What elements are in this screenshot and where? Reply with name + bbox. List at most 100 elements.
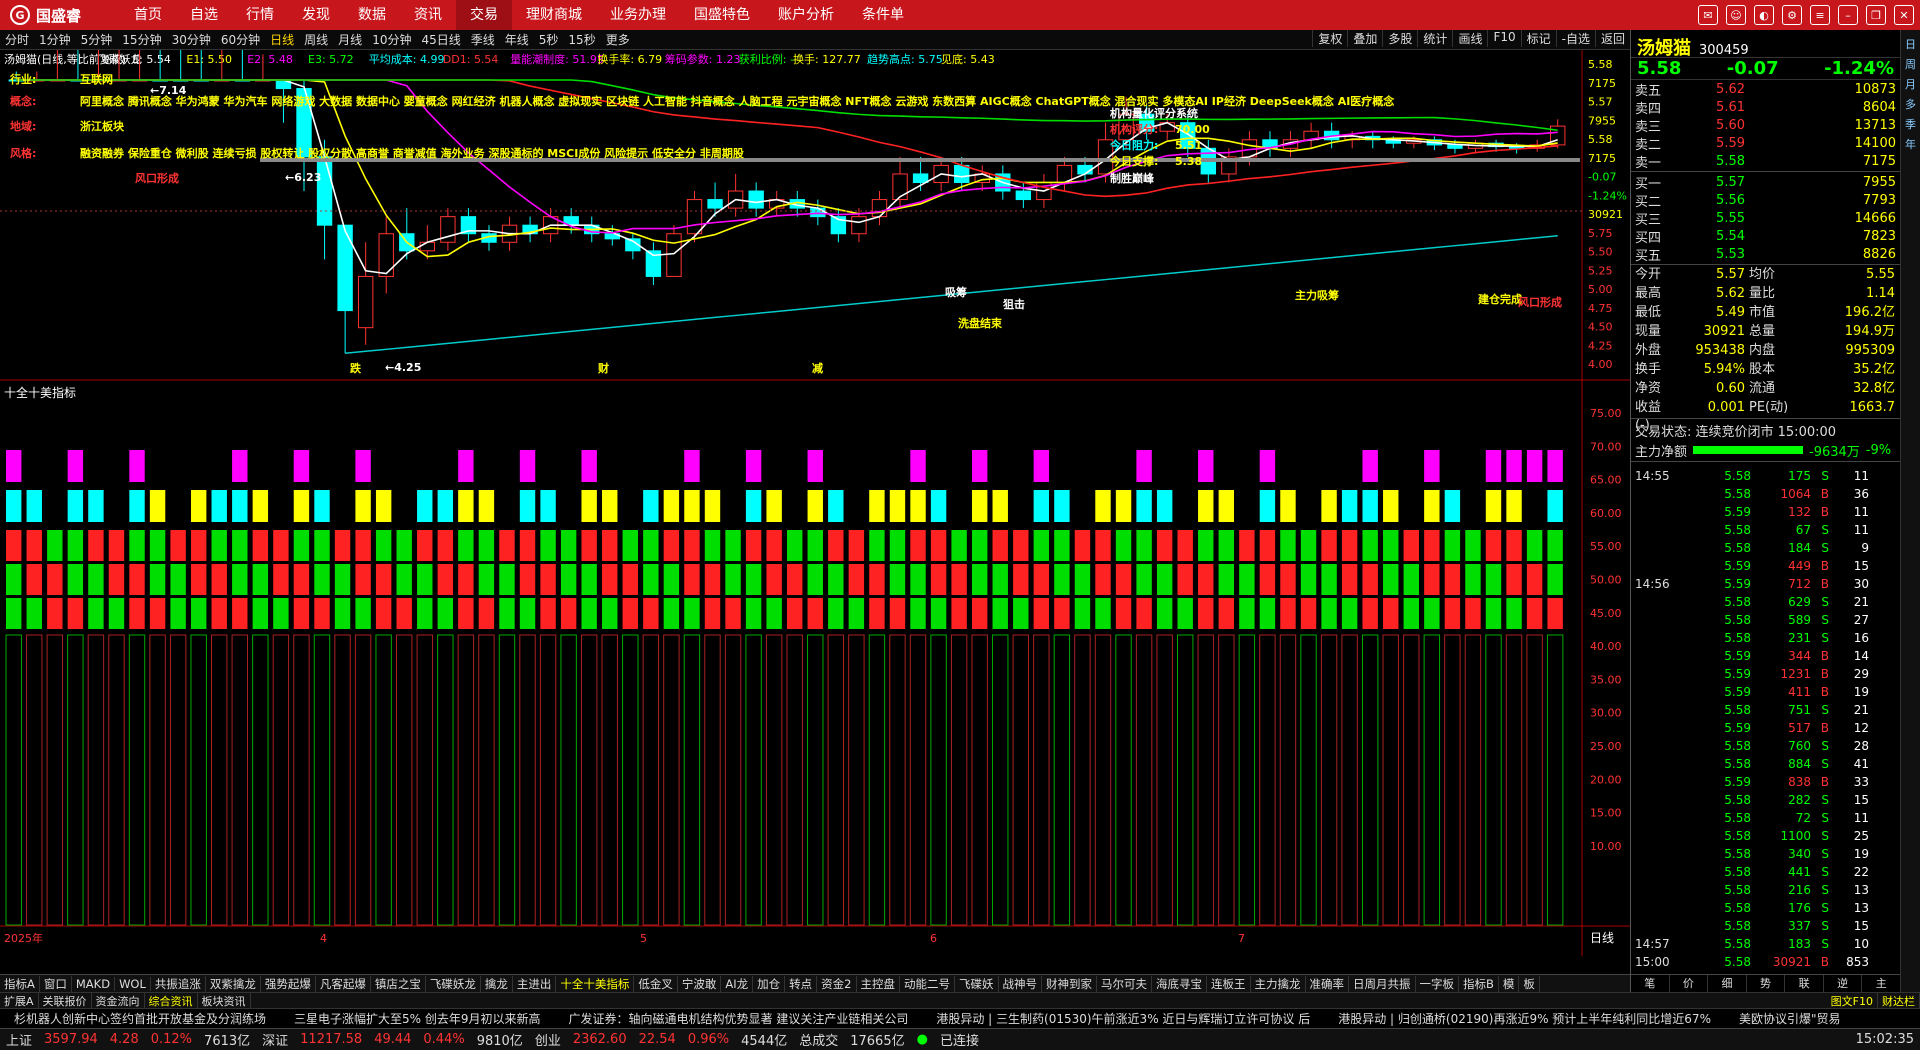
panel-tab-价[interactable]: 价 [1670,975,1709,992]
menu-交易[interactable]: 交易 [456,0,512,30]
cy-index[interactable]: 2362.60 [567,1032,633,1047]
tab-海底寻宝[interactable]: 海底寻宝 [1152,975,1207,992]
tool-复权[interactable]: 复权 [1312,30,1347,47]
tab-双紫擒龙[interactable]: 双紫擒龙 [206,975,261,992]
tool-F10[interactable]: F10 [1487,30,1520,47]
tab-准确率[interactable]: 准确率 [1306,975,1349,992]
period-30分钟[interactable]: 30分钟 [167,31,216,48]
tab-模[interactable]: 模 [1499,975,1520,992]
tool-叠加[interactable]: 叠加 [1347,30,1382,47]
tab-一字板[interactable]: 一字板 [1416,975,1459,992]
subtab-综合资讯[interactable]: 综合资讯 [145,992,198,1009]
tab-十全十美指标[interactable]: 十全十美指标 [556,975,635,992]
tab-共振追涨[interactable]: 共振追涨 [151,975,206,992]
tab-板[interactable]: 板 [1519,975,1540,992]
panel-tab-势[interactable]: 势 [1747,975,1786,992]
tool-画线[interactable]: 画线 [1452,30,1487,47]
sz-index[interactable]: 11217.58 [294,1032,368,1047]
period-side-label[interactable]: 日线 [1590,931,1614,945]
tool--自选[interactable]: -自选 [1555,30,1595,47]
ask-row[interactable]: 卖五 5.62 10873 [1631,80,1900,99]
restore-icon[interactable]: ❐ [1866,5,1886,25]
menu-自选[interactable]: 自选 [176,0,232,30]
ask-row[interactable]: 卖三 5.60 13713 [1631,116,1900,135]
period-15分钟[interactable]: 15分钟 [117,31,166,48]
menu-行情[interactable]: 行情 [232,0,288,30]
side-多[interactable]: 多 [1905,96,1916,112]
tab-AI龙[interactable]: AI龙 [721,975,754,992]
tool-返回[interactable]: 返回 [1594,30,1630,47]
menu-icon[interactable]: ≡ [1810,5,1830,25]
side-月[interactable]: 月 [1905,76,1916,92]
news-ticker[interactable]: 杉机器人创新中心签约首批开放基金及分润练场 三星电子涨幅扩大至5% 创去年9月初以… [0,1008,1920,1028]
bid-row[interactable]: 买四 5.54 7823 [1631,227,1900,246]
message-icon[interactable]: ✉ [1698,5,1718,25]
subtab-扩展A[interactable]: 扩展A [0,992,39,1009]
menu-首页[interactable]: 首页 [120,0,176,30]
tab-财神到家[interactable]: 财神到家 [1042,975,1097,992]
tool-统计[interactable]: 统计 [1417,30,1452,47]
tab-窗口[interactable]: 窗口 [40,975,72,992]
tick-list[interactable]: 14:55 5.58 175 S 11 5.58 1064 B 36 5.59 132 B 11 5.58… [1631,463,1900,971]
tab-WOL[interactable]: WOL [115,976,151,991]
news-item[interactable]: 港股异动 | 归创通桥(02190)再涨近9% 预计上半年纯利同比增近67% [1324,1010,1725,1027]
news-item[interactable]: 港股异动 | 三生制药(01530)午前涨近3% 近日与辉瑞订立许可协议 后 [922,1010,1324,1027]
ask-row[interactable]: 卖二 5.59 14100 [1631,134,1900,153]
tab-转点[interactable]: 转点 [785,975,818,992]
service-icon[interactable]: ☺ [1726,5,1746,25]
subtab-财达栏[interactable]: 财达栏 [1878,992,1920,1009]
tab-飞碟妖龙[interactable]: 飞碟妖龙 [426,975,481,992]
panel-tab-笔[interactable]: 笔 [1631,975,1670,992]
tool-多股[interactable]: 多股 [1382,30,1417,47]
ask-row[interactable]: 卖一 5.58 7175 [1631,152,1900,171]
ask-row[interactable]: 卖四 5.61 8604 [1631,98,1900,117]
subtab-资金流向[interactable]: 资金流向 [92,992,145,1009]
menu-条件单[interactable]: 条件单 [848,0,918,30]
close-icon[interactable]: ✕ [1894,5,1914,25]
tab-擒龙[interactable]: 擒龙 [481,975,513,992]
panel-tab-主[interactable]: 主 [1862,975,1902,992]
panel-tab-逆[interactable]: 逆 [1824,975,1863,992]
news-item[interactable]: 三星电子涨幅扩大至5% 创去年9月初以来新高 [280,1010,555,1027]
skin-icon[interactable]: ◐ [1754,5,1774,25]
menu-数据[interactable]: 数据 [344,0,400,30]
period-日线[interactable]: 日线 [265,31,299,48]
subtab-关联报价[interactable]: 关联报价 [39,992,92,1009]
period-更多[interactable]: 更多 [601,31,635,48]
side-年[interactable]: 年 [1905,136,1916,152]
menu-资讯[interactable]: 资讯 [400,0,456,30]
bid-row[interactable]: 买一 5.57 7955 [1631,173,1900,192]
tab-指标B[interactable]: 指标B [1459,975,1499,992]
tab-指标A[interactable]: 指标A [0,975,40,992]
period-5分钟[interactable]: 5分钟 [76,31,118,48]
subtab-图文F10[interactable]: 图文F10 [1827,992,1878,1009]
menu-业务办理[interactable]: 业务办理 [596,0,680,30]
bid-row[interactable]: 买三 5.55 14666 [1631,209,1900,228]
period-季线[interactable]: 季线 [466,31,500,48]
chart-area[interactable]: 汤姆猫(日线,等比前复权) 飞碟妖龙 E: 5.54 E1: 5.50 E2: 5.48… [0,0,1630,956]
bid-row[interactable]: 买五 5.53 8826 [1631,245,1900,264]
tab-主进出[interactable]: 主进出 [513,975,557,992]
sh-index[interactable]: 3597.94 [38,1032,104,1047]
side-日[interactable]: 日 [1905,36,1916,52]
tab-马尔可夫[interactable]: 马尔可夫 [1097,975,1152,992]
period-5秒[interactable]: 5秒 [534,31,564,48]
minimize-icon[interactable]: – [1838,5,1858,25]
tab-战神号[interactable]: 战神号 [999,975,1042,992]
tab-低金叉[interactable]: 低金叉 [634,975,678,992]
panel-tab-细[interactable]: 细 [1708,975,1747,992]
period-60分钟[interactable]: 60分钟 [216,31,265,48]
period-1分钟[interactable]: 1分钟 [34,31,76,48]
tab-宁波敢[interactable]: 宁波敢 [678,975,722,992]
tab-凡客起爆[interactable]: 凡客起爆 [316,975,371,992]
tab-加仓[interactable]: 加仓 [753,975,786,992]
period-10分钟[interactable]: 10分钟 [367,31,416,48]
tab-主力擒龙[interactable]: 主力擒龙 [1251,975,1306,992]
side-周[interactable]: 周 [1905,56,1916,72]
bid-row[interactable]: 买二 5.56 7793 [1631,191,1900,210]
tab-飞碟妖[interactable]: 飞碟妖 [955,975,999,992]
period-分时[interactable]: 分时 [0,31,34,48]
settings-icon[interactable]: ⚙ [1782,5,1802,25]
period-15秒[interactable]: 15秒 [563,31,600,48]
period-年线[interactable]: 年线 [500,31,534,48]
